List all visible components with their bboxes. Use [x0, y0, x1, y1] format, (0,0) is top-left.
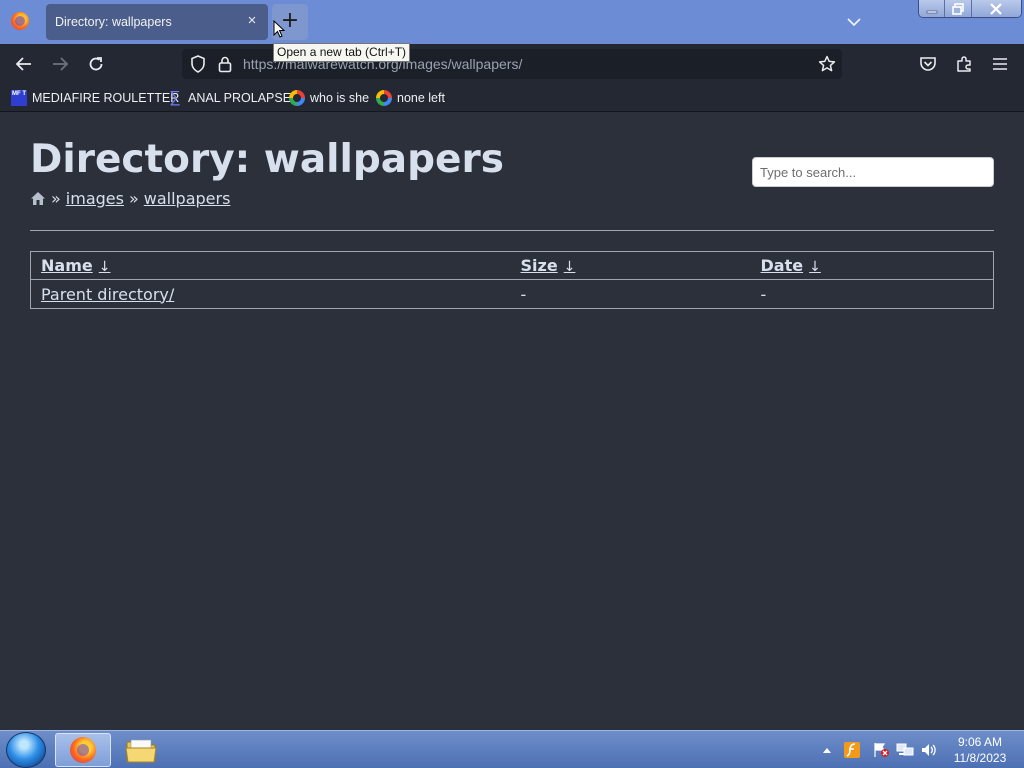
action-center-icon[interactable] — [872, 742, 890, 758]
start-button[interactable] — [6, 732, 46, 768]
google-favicon-icon — [289, 90, 305, 106]
page-title: Directory: wallpapers — [30, 137, 504, 182]
forward-button[interactable] — [50, 54, 70, 74]
sort-arrow-icon[interactable]: ↓ — [99, 259, 111, 275]
back-arrow-icon — [15, 57, 31, 71]
puzzle-piece-icon — [957, 56, 971, 72]
breadcrumb-separator: » — [51, 189, 61, 208]
network-icon[interactable] — [896, 742, 914, 758]
column-header-size: Size ↓ — [511, 252, 751, 280]
pocket-button[interactable] — [918, 54, 938, 74]
home-link[interactable] — [30, 191, 46, 206]
show-hidden-icons-button[interactable] — [820, 742, 834, 758]
bookmark-none-left[interactable]: none left — [376, 89, 445, 107]
bookmark-label: MEDIAFIRE ROULETTER — [32, 91, 180, 105]
breadcrumb-images[interactable]: images — [66, 189, 124, 208]
mouse-cursor-icon — [273, 20, 285, 38]
column-header-name: Name ↓ — [31, 252, 511, 280]
bookmark-mediafire-rouletter[interactable]: MF T MEDIAFIRE ROULETTER — [11, 89, 179, 107]
clock-date: 11/8/2023 — [953, 751, 1007, 765]
mft-favicon-icon: MF T — [11, 90, 27, 106]
pocket-icon — [920, 57, 936, 71]
forward-arrow-icon — [53, 57, 69, 71]
close-window-button[interactable] — [971, 0, 1021, 17]
app-menu-button[interactable] — [990, 54, 1010, 74]
hamburger-menu-icon — [993, 58, 1007, 70]
page-content: Directory: wallpapers » images » wallpap… — [0, 113, 1024, 730]
sort-by-size-link[interactable]: Size — [521, 256, 558, 275]
bookmark-label: who is she — [310, 91, 370, 105]
extensions-button[interactable] — [954, 54, 974, 74]
flash-icon[interactable] — [844, 742, 860, 758]
column-header-date: Date ↓ — [751, 252, 994, 280]
home-icon — [31, 192, 45, 205]
breadcrumb-separator: » — [128, 189, 139, 208]
sort-arrow-icon[interactable]: ↓ — [564, 259, 576, 275]
maximize-window-button[interactable] — [945, 0, 972, 17]
bookmark-label: ANAL PROLAPSE — [188, 91, 292, 105]
tab-close-icon[interactable]: × — [244, 13, 260, 29]
volume-icon[interactable] — [920, 742, 938, 758]
bookmark-label: none left — [397, 91, 445, 105]
new-tab-tooltip: Open a new tab (Ctrl+T) — [273, 43, 411, 62]
browser-titlebar: Directory: wallpapers × + — [0, 0, 1024, 44]
back-button[interactable] — [14, 54, 34, 74]
bookmark-star-icon[interactable] — [818, 55, 836, 73]
table-header-row: Name ↓ Size ↓ Date ↓ — [30, 252, 994, 280]
cell-date: - — [760, 284, 767, 304]
taskbar-file-explorer-button[interactable] — [120, 733, 162, 767]
sort-by-name-link[interactable]: Name — [41, 256, 93, 275]
bookmark-who-is-she[interactable]: who is she — [289, 89, 369, 107]
sigma-favicon-icon: ∑ — [169, 89, 181, 106]
system-clock[interactable]: 9:06 AM 11/8/2023 — [945, 734, 1015, 766]
google-favicon-icon — [376, 90, 392, 106]
list-all-tabs-icon[interactable] — [844, 12, 864, 32]
cell-size: - — [520, 284, 527, 304]
up-arrow-icon — [823, 748, 831, 753]
reload-icon — [89, 57, 103, 71]
breadcrumb-wallpapers[interactable]: wallpapers — [144, 189, 231, 208]
tab-title: Directory: wallpapers — [55, 15, 172, 29]
divider — [30, 230, 994, 231]
sort-by-date-link[interactable]: Date — [761, 256, 804, 275]
sort-arrow-icon[interactable]: ↓ — [809, 259, 821, 275]
bookmark-anal-prolapse[interactable]: ∑ ANAL PROLAPSE — [167, 89, 291, 107]
folder-icon — [125, 739, 157, 763]
reload-button[interactable] — [86, 54, 106, 74]
navigation-toolbar: https://malwarewatch.org/images/wallpape… — [0, 44, 1024, 84]
search-input[interactable] — [752, 157, 994, 187]
directory-listing-table: Name ↓ Size ↓ Date ↓ Parent directory/ - - — [30, 251, 994, 309]
parent-directory-link[interactable]: Parent directory/ — [41, 285, 174, 304]
clock-time: 9:06 AM — [957, 735, 1003, 749]
tracking-protection-shield-icon[interactable] — [190, 55, 206, 73]
cell-name: Parent directory/ — [31, 280, 511, 309]
breadcrumb: » images » wallpapers — [30, 189, 230, 208]
table-row: Parent directory/ - - — [31, 280, 994, 309]
firefox-menu-icon[interactable] — [11, 12, 29, 30]
firefox-icon — [70, 737, 96, 763]
minimize-window-button[interactable] — [919, 0, 946, 17]
tab-directory-wallpapers[interactable]: Directory: wallpapers × — [46, 4, 268, 40]
window-controls — [918, 0, 1022, 18]
bookmarks-toolbar: MF T MEDIAFIRE ROULETTER ∑ ANAL PROLAPSE… — [0, 84, 1024, 112]
windows-taskbar: 9:06 AM 11/8/2023 — [0, 730, 1024, 768]
lock-icon[interactable] — [217, 55, 233, 73]
taskbar-firefox-button[interactable] — [55, 733, 111, 767]
